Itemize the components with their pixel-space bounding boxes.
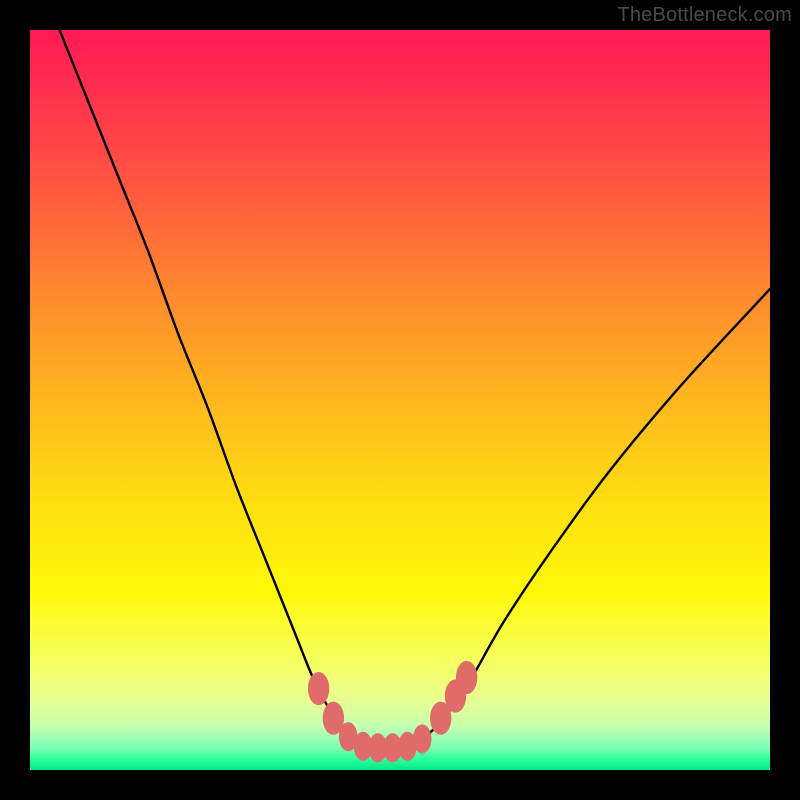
curve-marker: [413, 724, 432, 753]
curve-marker: [456, 661, 477, 694]
watermark-text: TheBottleneck.com: [617, 4, 792, 27]
bottleneck-curve-line: [60, 30, 770, 748]
bottleneck-curve-svg: [30, 30, 770, 770]
plot-area: [30, 30, 770, 770]
outer-frame: TheBottleneck.com: [0, 0, 800, 800]
curve-marker: [308, 672, 329, 705]
curve-marker-group: [308, 661, 477, 762]
